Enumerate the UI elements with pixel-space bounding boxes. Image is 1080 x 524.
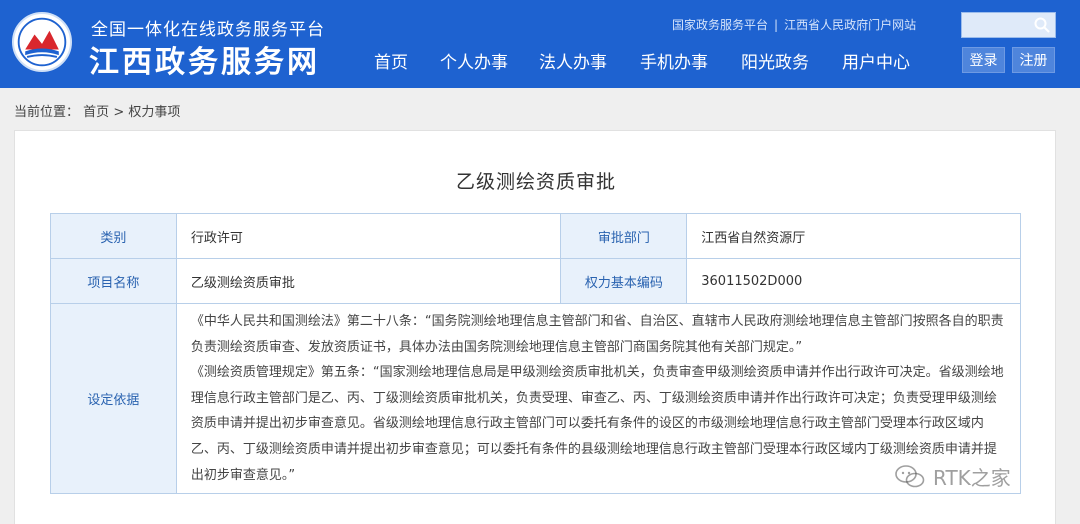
site-title[interactable]: 江西政务服务网 — [89, 37, 320, 81]
item-name-label: 项目名称 — [50, 258, 177, 304]
nav-legal-person[interactable]: 法人办事 — [539, 48, 607, 73]
category-label: 类别 — [50, 213, 177, 259]
nav-home[interactable]: 首页 — [374, 48, 408, 73]
breadcrumb-prefix: 当前位置： — [14, 105, 80, 120]
site-header: 全国一体化在线政务服务平台 江西政务服务网 国家政务服务平台 | 江西省人民政府门户… — [0, 0, 1080, 88]
watermark-text: RTK之家 — [933, 466, 1011, 490]
item-info-table: 类别 行政许可 审批部门 江西省自然资源厅 项目名称 乙级测绘资质审批 权力基本… — [50, 213, 1022, 495]
nav-sunshine-gov[interactable]: 阳光政务 — [741, 48, 809, 73]
dept-value: 江西省自然资源厅 — [686, 213, 1021, 259]
link-separator: | — [774, 18, 779, 32]
power-code-label: 权力基本编码 — [560, 258, 688, 304]
link-national-platform[interactable]: 国家政务服务平台 — [672, 18, 768, 32]
watermark: RTK之家 — [895, 462, 1011, 491]
table-row: 设定依据 《中华人民共和国测绘法》第二十八条：“国务院测绘地理信息主管部门和省、… — [50, 302, 1022, 495]
nav-personal[interactable]: 个人办事 — [440, 48, 508, 73]
search-icon[interactable] — [1033, 16, 1051, 34]
power-code-value: 36011502D000 — [686, 258, 1021, 304]
site-logo-icon[interactable] — [12, 12, 72, 72]
basis-label: 设定依据 — [50, 302, 177, 495]
register-button[interactable]: 注册 — [1012, 47, 1055, 73]
nav-user-center[interactable]: 用户中心 — [842, 48, 910, 73]
wechat-icon — [895, 464, 925, 487]
basis-paragraph: 《中华人民共和国测绘法》第二十八条：“国务院测绘地理信息主管部门和省、自治区、直… — [190, 314, 1004, 355]
link-province-portal[interactable]: 江西省人民政府门户网站 — [784, 18, 916, 32]
breadcrumb: 当前位置： 首页 > 权力事项 — [14, 101, 180, 120]
search-box — [961, 12, 1056, 38]
page-title: 乙级测绘资质审批 — [455, 171, 616, 193]
table-row: 项目名称 乙级测绘资质审批 权力基本编码 36011502D000 — [50, 258, 1021, 304]
breadcrumb-current[interactable]: 权力事项 — [128, 105, 180, 120]
nav-mobile[interactable]: 手机办事 — [640, 48, 708, 73]
login-button[interactable]: 登录 — [962, 47, 1005, 73]
main-nav: 首页 个人办事 法人办事 手机办事 阳光政务 用户中心 — [374, 48, 910, 73]
basis-paragraph: 《测绘资质管理规定》第五条：“国家测绘地理信息局是甲级测绘资质审批机关，负责审查… — [190, 365, 1004, 483]
top-links: 国家政务服务平台 | 江西省人民政府门户网站 — [672, 16, 916, 33]
search-input[interactable] — [962, 13, 1030, 37]
category-value: 行政许可 — [175, 213, 562, 259]
dept-label: 审批部门 — [560, 213, 688, 259]
breadcrumb-separator: > — [113, 105, 125, 120]
table-row: 类别 行政许可 审批部门 江西省自然资源厅 — [50, 213, 1021, 259]
breadcrumb-home[interactable]: 首页 — [83, 105, 109, 120]
basis-value: 《中华人民共和国测绘法》第二十八条：“国务院测绘地理信息主管部门和省、自治区、直… — [175, 302, 1022, 495]
item-name-value: 乙级测绘资质审批 — [175, 258, 562, 304]
